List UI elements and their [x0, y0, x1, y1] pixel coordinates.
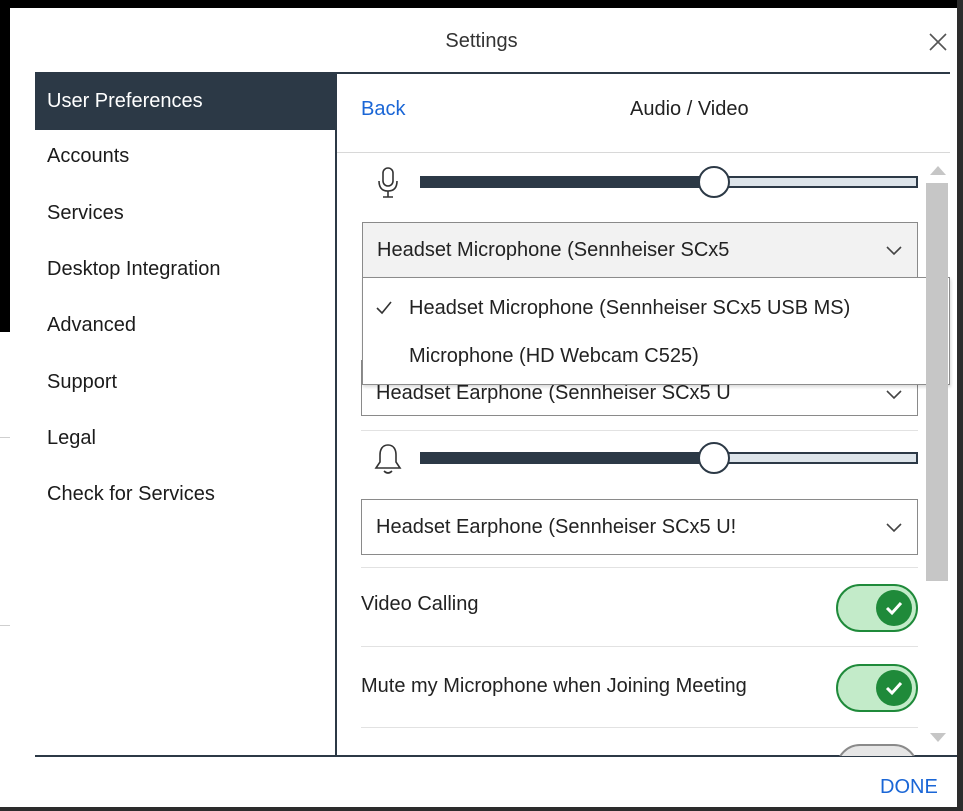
mic-volume-track[interactable] [715, 176, 918, 188]
microphone-icon [378, 167, 398, 198]
toggle-knob [876, 670, 912, 706]
checkmark-icon [885, 681, 903, 696]
sidebar-item-check-for-services[interactable]: Check for Services [35, 466, 335, 522]
mic-volume-fill [420, 176, 715, 188]
scroll-up-arrow-icon[interactable] [926, 162, 950, 178]
microphone-dropdown-list: Headset Microphone (Sennheiser SCx5 USB … [362, 277, 950, 385]
dropdown-option-label: Headset Microphone (Sennheiser SCx5 USB … [409, 297, 851, 319]
ringer-select[interactable]: Headset Earphone (Sennheiser SCx5 U! [361, 499, 918, 555]
mute-mic-on-join-label: Mute my Microphone when Joining Meeting [361, 675, 747, 697]
done-button[interactable]: DONE [880, 776, 938, 799]
back-link[interactable]: Back [361, 98, 405, 121]
video-calling-toggle[interactable] [836, 584, 918, 632]
sidebar-item-support[interactable]: Support [35, 354, 335, 410]
window-top-border [0, 0, 963, 8]
window-right-border [957, 0, 963, 811]
toggle-knob [876, 590, 912, 626]
row-separator [361, 727, 918, 728]
row-separator [361, 567, 918, 568]
dialog-title: Settings [445, 30, 518, 52]
sidebar-item-legal[interactable]: Legal [35, 410, 335, 466]
speaker-select-value: Headset Earphone (Sennheiser SCx5 U [376, 382, 731, 404]
row-separator [361, 430, 918, 431]
background-line [0, 437, 10, 438]
scroll-down-arrow-icon[interactable] [926, 730, 950, 746]
microphone-select-value: Headset Microphone (Sennheiser SCx5 [377, 239, 730, 261]
microphone-select[interactable]: Headset Microphone (Sennheiser SCx5 [362, 222, 918, 278]
window-bottom-border [0, 807, 963, 811]
mic-volume-slider-thumb[interactable] [698, 166, 730, 198]
ringer-select-value: Headset Earphone (Sennheiser SCx5 U! [376, 516, 737, 538]
chevron-down-icon [886, 246, 902, 256]
ringer-volume-track[interactable] [715, 452, 918, 464]
background-line [0, 625, 10, 626]
sidebar-item-accounts[interactable]: Accounts [35, 128, 335, 184]
panel-title: Audio / Video [630, 98, 749, 120]
panel-header-separator [337, 152, 950, 153]
chevron-down-icon [886, 390, 902, 400]
footer-divider [35, 755, 957, 757]
video-calling-label: Video Calling [361, 593, 479, 615]
dropdown-option[interactable]: Microphone (HD Webcam C525) [363, 334, 949, 378]
scrollbar-thumb[interactable] [926, 183, 948, 581]
ringer-volume-fill [420, 452, 715, 464]
bell-icon [374, 444, 402, 474]
partial-toggle[interactable] [836, 744, 918, 756]
settings-sidebar: User Preferences Accounts Services Deskt… [35, 72, 335, 756]
dropdown-option[interactable]: Headset Microphone (Sennheiser SCx5 USB … [363, 286, 949, 330]
mute-mic-on-join-toggle[interactable] [836, 664, 918, 712]
row-separator [361, 646, 918, 647]
close-icon[interactable] [926, 30, 950, 54]
dropdown-option-label: Microphone (HD Webcam C525) [409, 345, 699, 367]
panel-top-border [335, 72, 950, 74]
sidebar-divider [335, 72, 337, 756]
sidebar-item-services[interactable]: Services [35, 185, 335, 241]
sidebar-item-user-preferences[interactable]: User Preferences [35, 72, 335, 130]
chevron-down-icon [886, 523, 902, 533]
sidebar-item-advanced[interactable]: Advanced [35, 297, 335, 353]
sidebar-item-desktop-integration[interactable]: Desktop Integration [35, 241, 335, 297]
checkmark-icon [885, 601, 903, 616]
ringer-volume-slider-thumb[interactable] [698, 442, 730, 474]
checkmark-icon [376, 301, 392, 315]
